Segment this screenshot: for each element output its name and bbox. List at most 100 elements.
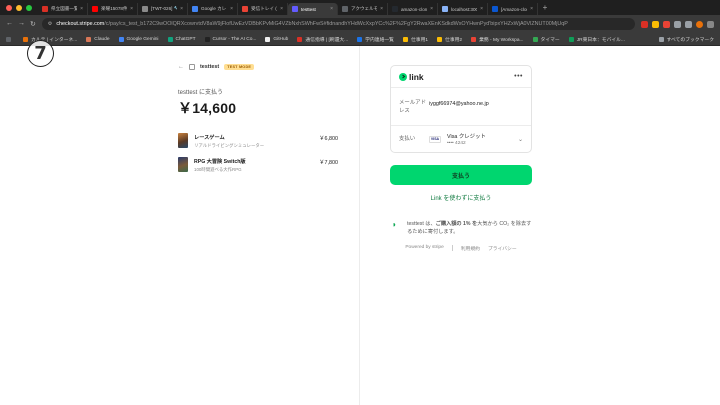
tab-favicon-icon [192,6,198,12]
tab-favicon-icon [492,6,498,12]
browser-tab[interactable]: localhost:3001× [438,3,488,15]
payment-method: VISA Visa クレジット •••• 4242 [429,132,518,146]
new-tab-button[interactable]: + [538,2,552,14]
tab-close-icon[interactable]: × [230,6,233,12]
tab-title: アクウェルモール(3) [351,6,377,11]
line-item-title: レースゲーム [194,135,225,141]
product-thumbnail [178,133,188,148]
terms-link[interactable]: 利用規約 [461,245,480,252]
address-bar[interactable]: ⚙ checkout.stripe.com/c/pay/cs_test_b172… [41,18,635,30]
checkout-page: ← testtest TEST MODE testtest に支払う ￥14,6… [0,46,720,405]
tab-title: [TWT-026] 🔧 ダリ [151,6,177,11]
maximize-window-button[interactable] [26,4,32,11]
bookmark-favicon-icon [568,36,574,42]
pay-button[interactable]: 支払う [390,165,532,185]
merchant-name: testtest [200,64,220,70]
window-controls [0,4,38,11]
bookmark-favicon-icon [265,36,271,42]
bookmark-item[interactable]: Cursor - The AI Co... [204,36,256,43]
tab-close-icon[interactable]: × [380,6,383,12]
tab-title: [Amazon-clone] [501,6,527,12]
bookmark-item[interactable]: Google Gemini [118,36,159,43]
bookmark-item[interactable]: 通信指導 | [刷還大... [297,36,348,43]
chevron-down-icon[interactable]: ⌄ [518,136,523,143]
tab-close-icon[interactable]: × [280,6,283,12]
avatar[interactable] [696,20,703,28]
all-bookmarks[interactable]: すべてのブックマーク [658,36,714,43]
browser-tab[interactable]: 県立図書一覧（部分）× [38,3,88,15]
line-item-title: RPG 大冒険 Switch版 [194,159,246,165]
tab-close-icon[interactable]: × [330,6,333,12]
pay-to-label: testtest に支払う [178,90,224,96]
url-host: checkout.stripe.com [56,21,105,27]
tab-close-icon[interactable]: × [530,6,533,12]
bookmark-label: 学内連絡一覧 [365,37,394,43]
bookmark-item[interactable]: GitHub [265,36,288,43]
order-summary: ← testtest TEST MODE testtest に支払う ￥14,6… [178,64,338,181]
tab-strip: 県立図書一覧（部分）×楽曜15078件 - YouTube×[TWT-026] … [38,0,538,15]
pay-without-link-link[interactable]: Link を使わずに支払う [390,193,532,202]
bookmark-item[interactable]: JR東日本：モバイル... [568,36,625,43]
tab-close-icon[interactable]: × [80,6,83,12]
bookmark-item[interactable]: Claude [86,36,110,43]
reload-icon[interactable]: ↻ [30,20,36,28]
tab-favicon-icon [92,6,98,12]
browser-tab-bar: 県立図書一覧（部分）×楽曜15078件 - YouTube×[TWT-026] … [0,0,720,15]
puzzle-icon[interactable] [685,20,692,28]
browser-tab[interactable]: [TWT-026] 🔧 ダリ× [138,3,188,15]
arrow-left-icon[interactable]: ← [178,64,184,70]
bookmark-label: 業務 - My Workspa... [479,37,524,43]
bookmark-item[interactable]: 仕事用1 [402,36,428,43]
bookmark-favicon-icon [402,36,408,42]
tab-favicon-icon [42,6,48,12]
merchant-header: ← testtest TEST MODE [178,64,338,70]
forward-arrow-icon[interactable]: → [18,20,25,28]
card-number: •••• 4242 [447,141,466,146]
bookmark-item[interactable]: タイマー [532,36,560,43]
browser-tab[interactable]: [Amazon-clone]× [488,3,538,15]
bookmark-favicon-icon [204,36,210,42]
climate-leaf-icon: ◗ [392,220,397,229]
browser-tab[interactable]: testtest × [288,3,338,15]
browser-tab[interactable]: 楽曜15078件 - YouTube× [88,3,138,15]
climate-text-bold: ご購入額の 1% を [435,221,478,227]
bookmarks-bar: カルテ | インターネ... Claude Google Gemini ChatGPT… [0,33,720,46]
back-arrow-icon[interactable]: ← [6,20,13,28]
bookmark-favicon-icon [532,36,538,42]
bookmark-item[interactable]: 業務 - My Workspa... [471,36,524,43]
tab-close-icon[interactable]: × [130,6,133,12]
bookmark-item[interactable]: 仕事用2 [437,36,462,43]
browser-tab[interactable]: 受信トレイ (6) - 2024× [238,3,288,15]
browser-tab[interactable]: Google カレンダー× [188,3,238,15]
line-item: RPG 大冒険 Switch版 100時間遊べる大作RPG ￥7,800 [178,157,338,172]
bookmark-item[interactable]: ChatGPT [167,36,196,43]
browser-tab[interactable]: アクウェルモール(3)× [338,3,388,15]
tab-close-icon[interactable]: × [480,6,483,12]
bookmark-item[interactable]: 学内連絡一覧 [357,36,394,43]
more-options-icon[interactable]: ••• [514,73,523,80]
tab-close-icon[interactable]: × [430,6,433,12]
close-window-button[interactable] [6,4,12,11]
bookmark-item[interactable] [6,36,14,43]
line-item-desc: 100時間遊べる大作RPG [194,167,242,172]
extension-icon[interactable] [663,20,670,28]
powered-by-stripe[interactable]: Powered by stripe [405,245,443,252]
payment-method-row[interactable]: 支払い VISA Visa クレジット •••• 4242 ⌄ [391,126,531,152]
browser-tab[interactable]: amazon-clone-2× [388,3,438,15]
link-logo-icon [399,72,407,81]
menu-icon[interactable] [707,20,714,28]
extension-icon[interactable] [674,20,681,28]
site-info-icon[interactable]: ⚙ [48,21,52,27]
tab-close-icon[interactable]: × [180,6,183,12]
bookmark-item[interactable]: カルテ | インターネ... [23,36,77,43]
extension-icon[interactable] [652,20,659,28]
bookmark-label: JR東日本：モバイル... [576,37,625,43]
minimize-window-button[interactable] [16,4,22,11]
bookmark-favicon-icon [471,36,477,42]
tab-favicon-icon [342,6,348,12]
privacy-link[interactable]: プライバシー [488,245,517,252]
climate-notice: ◗ testtest は、ご購入額の 1% を大気から CO₂ を除去するために… [390,220,532,236]
test-mode-badge: TEST MODE [224,64,255,70]
extension-icon[interactable] [641,20,648,28]
link-logo: link [399,72,424,82]
